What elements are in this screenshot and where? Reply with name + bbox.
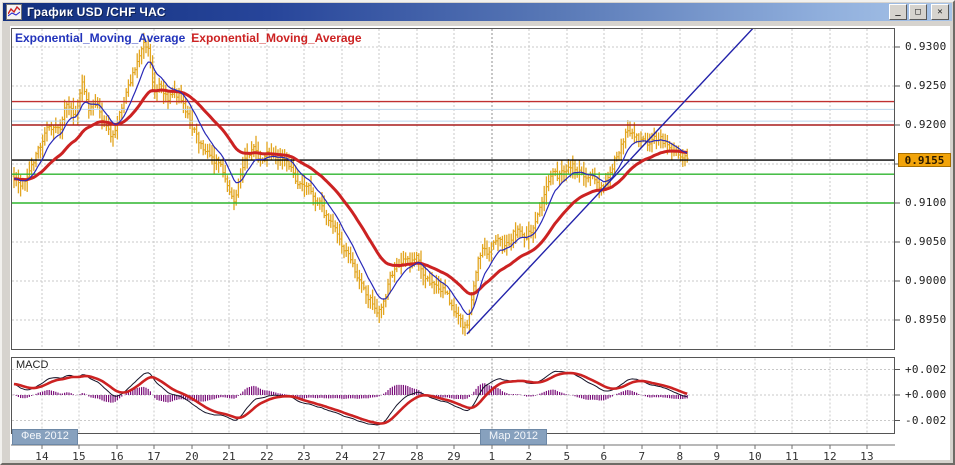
month-badge-feb: Фев 2012: [12, 429, 78, 445]
minimize-button[interactable]: _: [889, 4, 907, 20]
day-label: 15: [72, 450, 86, 463]
indicator-legend: Exponential_Moving_Average Exponential_Mo…: [15, 31, 368, 45]
day-label: 12: [823, 450, 837, 463]
maximize-button[interactable]: □: [909, 4, 927, 20]
day-label: 20: [185, 450, 199, 463]
window-title: График USD /CHF ЧАС: [27, 5, 166, 19]
legend-ema-1: Exponential_Moving_Average: [15, 31, 186, 45]
day-label: 11: [785, 450, 799, 463]
macd-axis-label: -0.002: [905, 413, 947, 427]
day-label: 28: [410, 450, 424, 463]
day-label: 22: [260, 450, 274, 463]
day-label: 7: [638, 450, 646, 463]
legend-ema-2: Exponential_Moving_Average: [191, 31, 362, 45]
close-button[interactable]: ✕: [931, 4, 949, 20]
macd-label: MACD: [16, 359, 49, 371]
day-label: 16: [110, 450, 124, 463]
day-label: 23: [297, 450, 311, 463]
chart-icon: [6, 4, 22, 20]
chart-window: График USD /CHF ЧАС _ □ ✕ Exponential_Mo…: [0, 0, 955, 465]
current-price-tag: 0.9155: [898, 153, 951, 168]
day-label: 14: [35, 450, 49, 463]
day-label: 27: [372, 450, 386, 463]
day-label: 13: [860, 450, 874, 463]
day-label: 1: [488, 450, 496, 463]
day-label: 8: [676, 450, 684, 463]
macd-axis-label: +0.000: [905, 388, 947, 401]
chart-client-area[interactable]: [10, 26, 950, 460]
day-label: 21: [222, 450, 236, 463]
day-label: 17: [147, 450, 161, 463]
day-label: 5: [563, 450, 571, 463]
price-axis-label: 0.9000: [905, 274, 947, 287]
price-axis-label: 0.9200: [905, 118, 947, 131]
day-label: 29: [447, 450, 461, 463]
price-axis-label: 0.9250: [905, 79, 947, 92]
day-label: 10: [748, 450, 762, 463]
day-label: 6: [600, 450, 608, 463]
day-label: 9: [713, 450, 721, 463]
day-label: 2: [525, 450, 533, 463]
price-axis-label: 0.9300: [905, 40, 947, 53]
day-label: 24: [335, 450, 349, 463]
price-axis-label: 0.8950: [905, 313, 947, 326]
month-badge-mar: Мар 2012: [480, 429, 548, 445]
price-axis-label: 0.9100: [905, 196, 947, 209]
price-axis-label: 0.9050: [905, 235, 947, 248]
macd-axis-label: +0.002: [905, 362, 947, 376]
window-titlebar[interactable]: График USD /CHF ЧАС _ □ ✕: [3, 3, 952, 21]
